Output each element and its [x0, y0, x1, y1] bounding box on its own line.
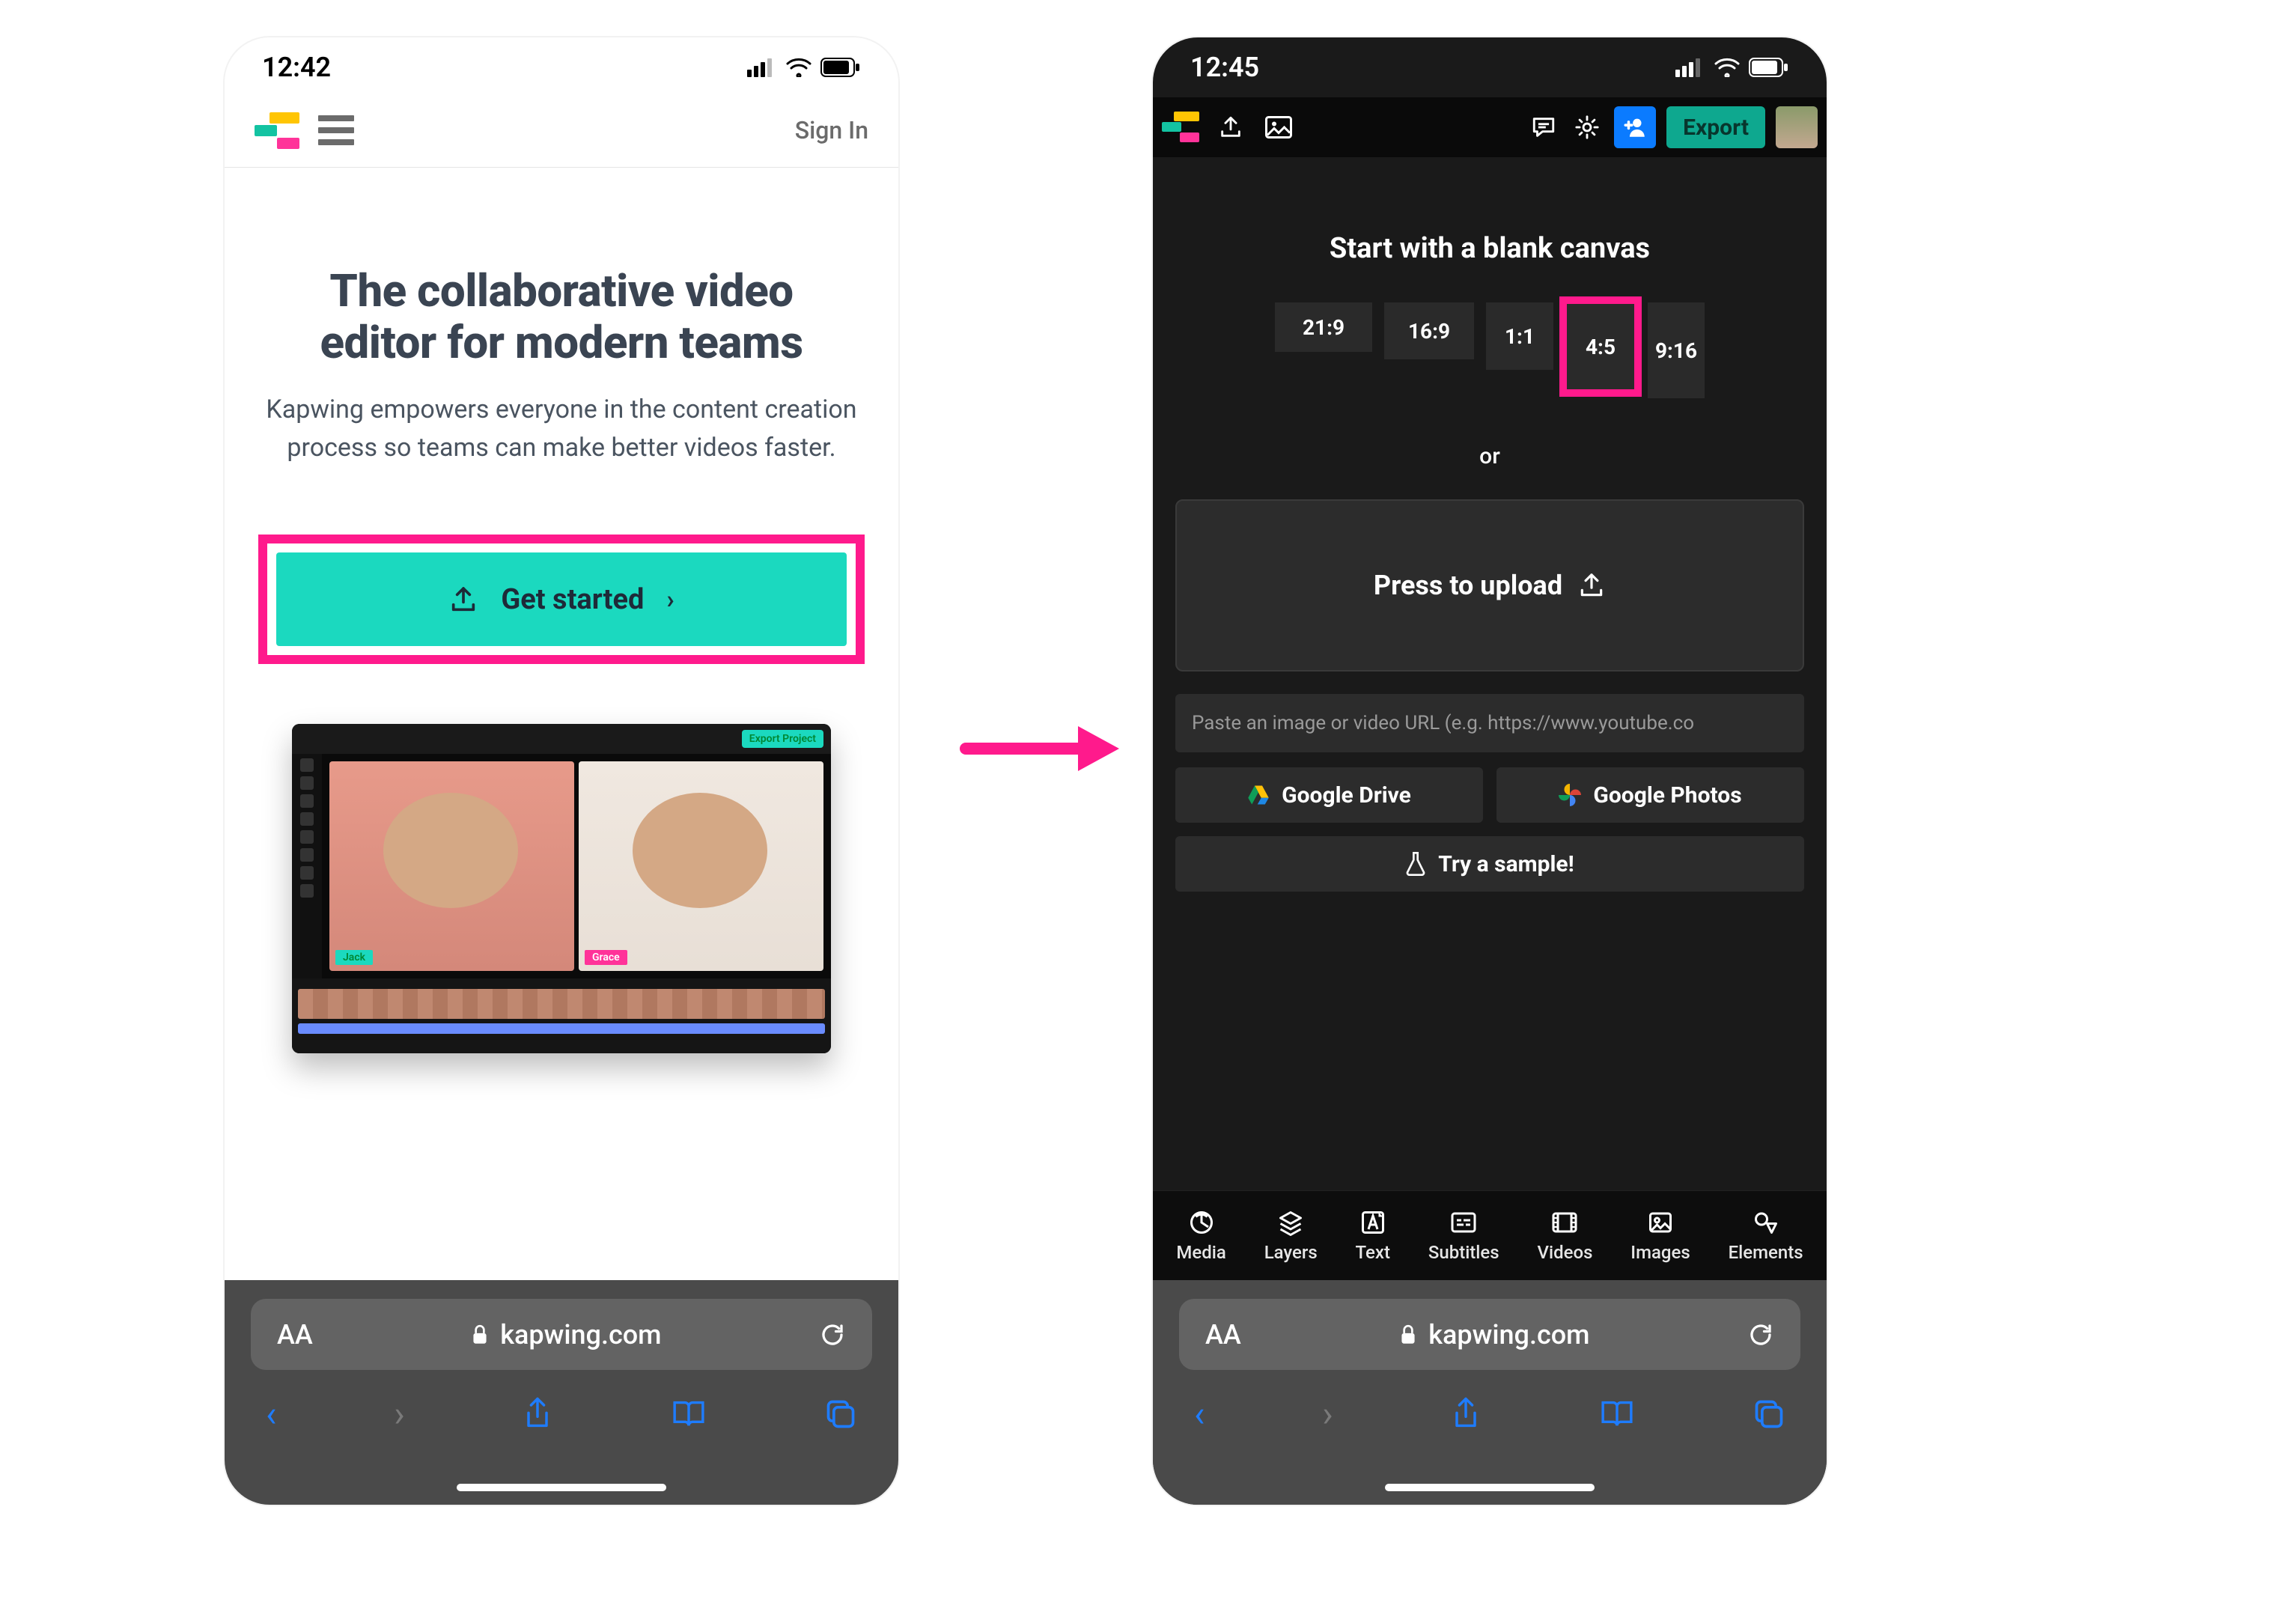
reader-aa-button[interactable]: AA: [277, 1319, 313, 1350]
ratio-9-16[interactable]: 9:16: [1648, 302, 1705, 398]
safari-chrome: AA kapwing.com ‹ ›: [1153, 1280, 1827, 1505]
phone-right: 12:45: [1153, 37, 1827, 1505]
phone-left: 12:42 Sign In The collaborative video: [225, 37, 898, 1505]
ratio-16-9[interactable]: 16:9: [1384, 302, 1474, 359]
hero: The collaborative video editor for moder…: [225, 168, 898, 467]
status-bar: 12:45: [1153, 37, 1827, 97]
upload-icon: [448, 585, 478, 615]
url-bar[interactable]: AA kapwing.com: [251, 1299, 872, 1370]
upload-icon[interactable]: [1214, 111, 1247, 144]
ratio-1-1[interactable]: 1:1: [1486, 302, 1553, 370]
get-started-button[interactable]: Get started ›: [276, 552, 847, 646]
image-icon[interactable]: [1262, 111, 1295, 144]
tab-elements[interactable]: Elements: [1729, 1209, 1803, 1263]
gphotos-icon: [1559, 784, 1581, 806]
safari-chrome: AA kapwing.com ‹ ›: [225, 1280, 898, 1505]
comment-icon[interactable]: [1527, 111, 1560, 144]
try-sample-button[interactable]: Try a sample!: [1175, 836, 1804, 892]
status-time: 12:42: [262, 52, 331, 83]
back-button[interactable]: ‹: [1194, 1392, 1205, 1435]
tab-text[interactable]: Text: [1356, 1209, 1390, 1263]
url-bar[interactable]: AA kapwing.com: [1179, 1299, 1800, 1370]
google-drive-button[interactable]: Google Drive: [1175, 767, 1483, 823]
home-indicator: [1385, 1484, 1595, 1491]
or-label: or: [1175, 443, 1804, 469]
tab-layers[interactable]: Layers: [1264, 1209, 1318, 1263]
back-button[interactable]: ‹: [266, 1392, 276, 1435]
export-button[interactable]: Export: [1666, 106, 1765, 148]
editor-body: Start with a blank canvas 21:916:91:14:5…: [1153, 157, 1827, 922]
tabs-button[interactable]: [1753, 1398, 1785, 1431]
editor-preview-image: Export Project Jack Grace: [292, 724, 831, 1053]
flask-icon: [1405, 852, 1426, 876]
user-avatar[interactable]: [1776, 106, 1818, 148]
gdrive-icon: [1247, 785, 1270, 806]
canvas-title: Start with a blank canvas: [1175, 232, 1804, 265]
forward-button[interactable]: ›: [394, 1392, 404, 1435]
forward-button[interactable]: ›: [1322, 1392, 1333, 1435]
kapwing-logo[interactable]: [1162, 112, 1199, 143]
kapwing-logo[interactable]: [255, 112, 299, 148]
status-icons: [1675, 58, 1789, 77]
share-button[interactable]: [522, 1396, 553, 1432]
editor-tabs: Media Layers Text Subtitles Videos Images Elem…: [1153, 1190, 1827, 1280]
tab-images[interactable]: Images: [1630, 1209, 1690, 1263]
lock-icon: [1398, 1324, 1418, 1346]
url-domain: kapwing.com: [1428, 1319, 1589, 1350]
hero-title: The collaborative video editor for moder…: [262, 265, 861, 368]
bookmarks-button[interactable]: [1599, 1398, 1635, 1430]
reader-aa-button[interactable]: AA: [1205, 1319, 1241, 1350]
tab-videos[interactable]: Videos: [1537, 1209, 1592, 1263]
lock-icon: [470, 1324, 490, 1346]
upload-icon: [1577, 571, 1606, 600]
url-input[interactable]: Paste an image or video URL (e.g. https:…: [1175, 694, 1804, 752]
google-photos-button[interactable]: Google Photos: [1496, 767, 1804, 823]
add-user-button[interactable]: [1614, 106, 1656, 148]
tab-subtitles[interactable]: Subtitles: [1428, 1209, 1499, 1263]
tab-media[interactable]: Media: [1176, 1209, 1225, 1263]
share-button[interactable]: [1450, 1396, 1482, 1432]
site-header: Sign In: [225, 97, 898, 168]
status-icons: [747, 58, 861, 77]
tabs-button[interactable]: [824, 1398, 857, 1431]
signin-link[interactable]: Sign In: [795, 116, 868, 144]
chevron-right-icon: ›: [666, 585, 674, 615]
settings-icon[interactable]: [1571, 111, 1604, 144]
ratio-4-5[interactable]: 4:5: [1565, 302, 1636, 391]
reload-icon[interactable]: [819, 1321, 846, 1348]
hero-subtitle: Kapwing empowers everyone in the content…: [262, 391, 861, 467]
upload-button[interactable]: Press to upload: [1175, 499, 1804, 672]
reload-icon[interactable]: [1747, 1321, 1774, 1348]
bookmarks-button[interactable]: [671, 1398, 707, 1430]
menu-icon[interactable]: [318, 115, 354, 145]
status-time: 12:45: [1190, 52, 1259, 83]
flow-arrow: [958, 719, 1123, 779]
aspect-ratio-row: 21:916:91:14:59:16: [1175, 302, 1804, 398]
ratio-21-9[interactable]: 21:9: [1275, 302, 1372, 352]
cta-highlight: Get started ›: [258, 535, 865, 664]
home-indicator: [457, 1484, 666, 1491]
url-domain: kapwing.com: [500, 1319, 661, 1350]
editor-header: Export: [1153, 97, 1827, 157]
status-bar: 12:42: [225, 37, 898, 97]
